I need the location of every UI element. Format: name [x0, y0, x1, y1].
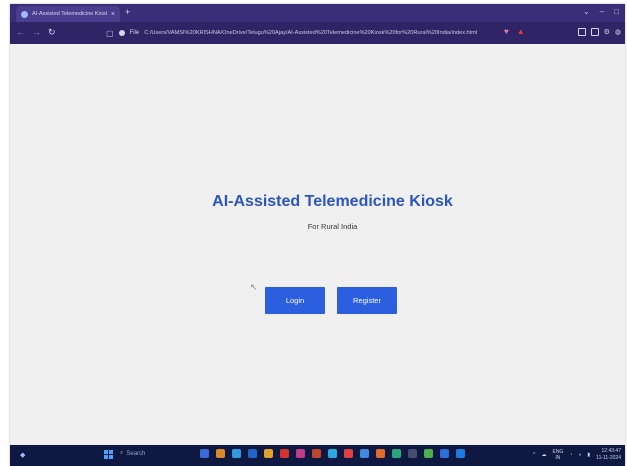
chevron-up-icon[interactable]: ^	[533, 452, 535, 458]
app-orange-icon[interactable]	[344, 449, 353, 458]
cloud-icon[interactable]: ☁	[541, 452, 546, 458]
system-tray: ^ ☁ ENG IN ◔ ◖ ▮ 12:43:47 11-11-2024	[533, 448, 621, 462]
page-icon: ▢	[106, 28, 114, 38]
edge-icon[interactable]	[232, 449, 241, 458]
wifi-icon[interactable]: ◔	[569, 452, 572, 458]
split-screen-icon[interactable]	[577, 28, 586, 36]
globe-icon	[21, 10, 28, 18]
app-pink-icon[interactable]	[296, 449, 305, 458]
clock-date: 11-11-2024	[596, 455, 621, 461]
toolbar-right-icons: ⚙ ◍	[577, 28, 621, 36]
browser-address-bar: ← → ↻ ▢ File C:/Users/VAMSI%20KRISHNA/On…	[10, 22, 625, 44]
taskbar-search[interactable]: ⌕ Search	[120, 450, 145, 457]
folder-icon[interactable]	[264, 449, 273, 458]
volume-icon[interactable]: ◖	[578, 452, 581, 458]
adobe-extension-icon[interactable]: ▲	[517, 28, 525, 36]
window-controls: ⌄ – □	[583, 7, 619, 16]
web-page: AI-Assisted Telemedicine Kiosk For Rural…	[10, 44, 625, 445]
file-explorer-icon[interactable]	[216, 449, 225, 458]
vpn-icon[interactable]: ◍	[615, 28, 621, 36]
terminal-icon[interactable]	[408, 449, 417, 458]
browser-tab-strip: AI-Assisted Telemedicine Kiosk × + ⌄ – □	[10, 4, 625, 22]
tab-title: AI-Assisted Telemedicine Kiosk	[32, 11, 107, 17]
register-button[interactable]: Register	[337, 287, 397, 314]
url-field[interactable]: ▢ File C:/Users/VAMSI%20KRISHNA/OneDrive…	[106, 25, 502, 41]
app-green-icon[interactable]	[392, 449, 401, 458]
collections-icon[interactable]	[590, 28, 599, 36]
extension-icons: ♥ ▲	[504, 28, 525, 36]
app-dark-blue-icon[interactable]	[456, 449, 465, 458]
taskbar-search-input: Search	[126, 450, 146, 457]
url-text[interactable]: C:/Users/VAMSI%20KRISHNA/OneDrive/Telugu…	[144, 30, 477, 36]
settings-icon[interactable]: ⚙	[604, 28, 610, 36]
page-title: AI-Assisted Telemedicine Kiosk	[212, 193, 453, 210]
page-subtitle: For Rural India	[307, 222, 358, 231]
search-icon: ⌕	[120, 450, 124, 456]
site-info-icon[interactable]	[118, 30, 125, 36]
app-lime-icon[interactable]	[424, 449, 433, 458]
heart-extension-icon[interactable]: ♥	[504, 28, 509, 36]
chrome-icon[interactable]	[328, 449, 337, 458]
back-icon[interactable]: ←	[16, 27, 25, 38]
windows-taskbar: ◆ ⌕ Search ^ ☁ ENG IN ◔ ◖ ▮ 12:43:47 11-…	[10, 445, 625, 466]
battery-icon[interactable]: ▮	[587, 452, 590, 458]
monitor-screen: AI-Assisted Telemedicine Kiosk × + ⌄ – □…	[10, 4, 625, 466]
taskbar-apps	[200, 449, 465, 458]
file-label: File	[129, 30, 140, 36]
start-button[interactable]	[104, 450, 113, 459]
tab-search-icon[interactable]: ⌄	[583, 7, 590, 16]
nav-buttons: ← → ↻	[16, 27, 56, 38]
lang-bottom: IN	[555, 455, 561, 461]
forward-icon[interactable]: →	[32, 27, 41, 38]
new-tab-button[interactable]: +	[125, 8, 130, 17]
mouse-cursor-icon: ↖	[250, 282, 258, 292]
minimize-icon[interactable]: –	[600, 7, 604, 16]
firefox-icon[interactable]	[376, 449, 385, 458]
store-icon[interactable]	[248, 449, 257, 458]
clock-time: 12:43:47	[601, 448, 621, 454]
reload-icon[interactable]: ↻	[48, 27, 56, 38]
maximize-icon[interactable]: □	[614, 7, 619, 16]
widgets-icon[interactable]: ◆	[20, 451, 25, 459]
language-indicator[interactable]: ENG IN	[552, 449, 563, 461]
app-red-icon[interactable]	[280, 449, 289, 458]
browser-tab[interactable]: AI-Assisted Telemedicine Kiosk ×	[16, 6, 120, 22]
tab-close-icon[interactable]: ×	[111, 11, 115, 18]
task-view-icon[interactable]	[200, 449, 209, 458]
app-blue-icon[interactable]	[360, 449, 369, 458]
login-button[interactable]: Login	[265, 287, 325, 314]
vscode-icon[interactable]	[440, 449, 449, 458]
office-icon[interactable]	[312, 449, 321, 458]
windows-logo-icon	[104, 450, 113, 459]
clock[interactable]: 12:43:47 11-11-2024	[596, 448, 621, 462]
